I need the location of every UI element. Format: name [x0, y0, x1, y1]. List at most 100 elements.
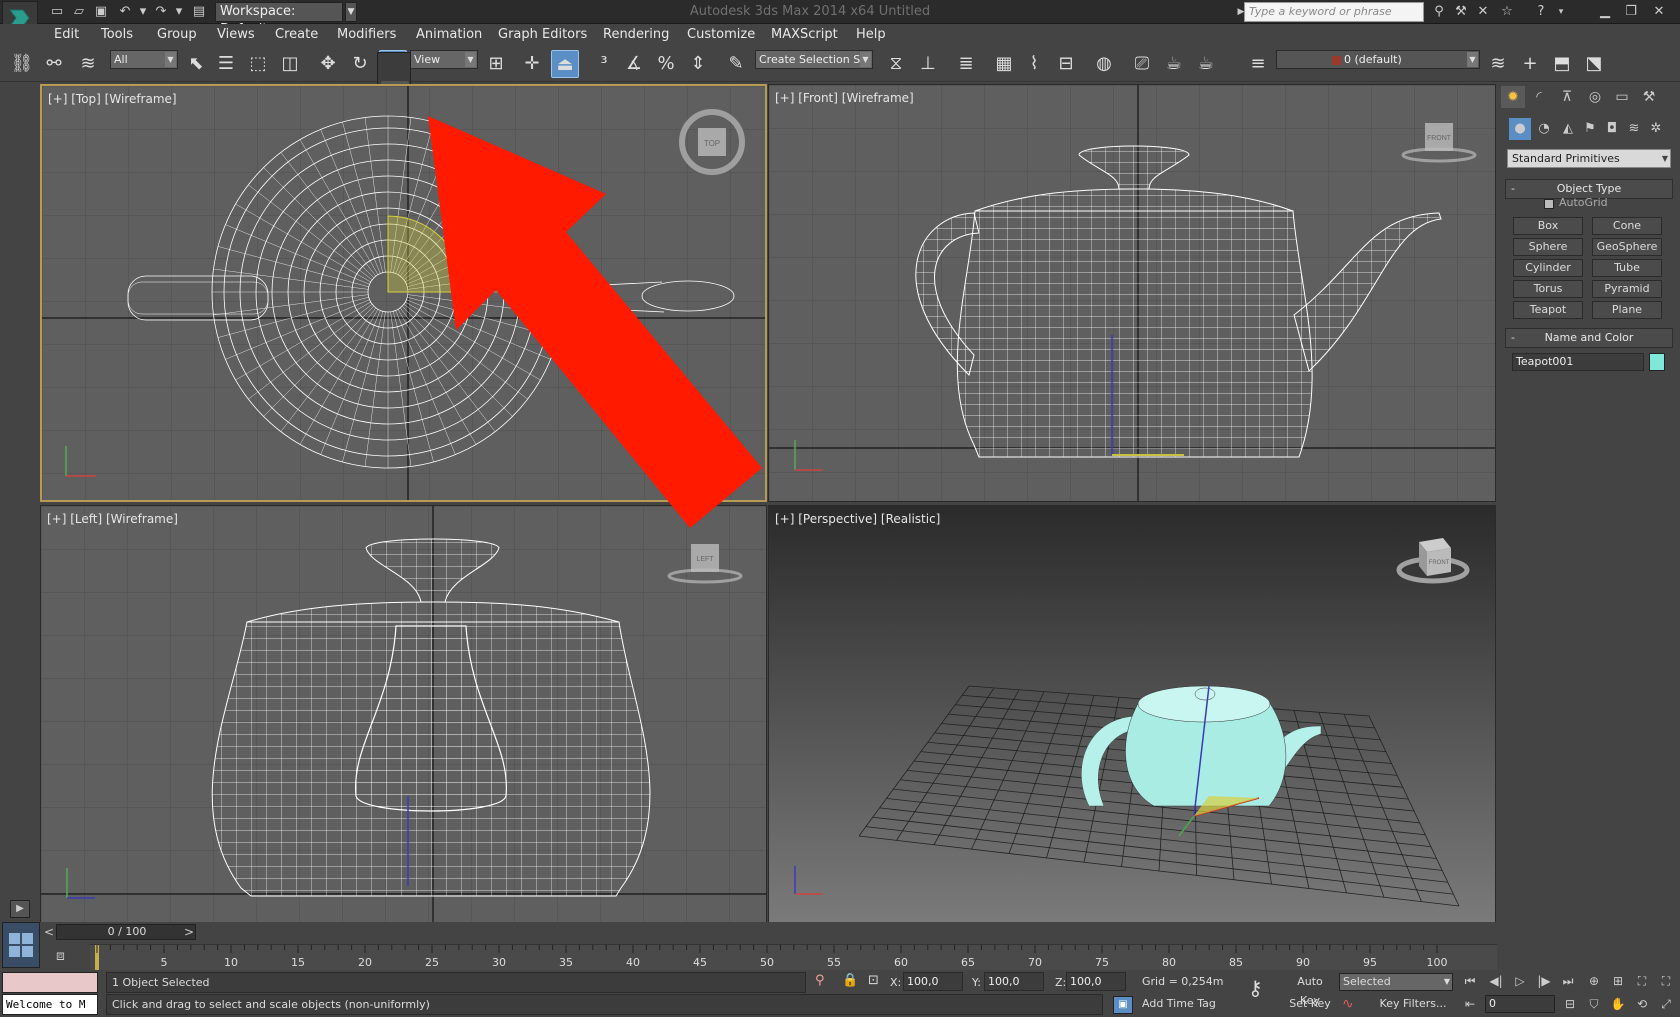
align-icon[interactable]: ⊥ — [914, 50, 942, 78]
geosphere-button[interactable]: GeoSphere — [1592, 238, 1662, 256]
snaps-toggle-icon[interactable]: ³ — [590, 50, 618, 78]
viewcube-perspective[interactable]: FRONT — [1396, 538, 1470, 584]
rendered-frame-window-icon[interactable]: ☕ — [1160, 50, 1188, 78]
create-tab-sun-icon[interactable]: ✹ — [1501, 86, 1525, 108]
menu-graph-editors[interactable]: Graph Editors — [498, 27, 587, 42]
cone-button[interactable]: Cone — [1592, 217, 1662, 235]
angle-snap-icon[interactable]: ∡ — [620, 50, 648, 78]
link-icon[interactable]: ⛓ — [8, 50, 36, 78]
isolate-selection-icon[interactable]: ⚲ — [815, 973, 825, 988]
material-editor-icon[interactable]: ◍ — [1090, 50, 1118, 78]
box-button[interactable]: Box — [1513, 217, 1583, 235]
space-warps-icon[interactable]: ≋ — [1623, 118, 1645, 140]
zoom-icon[interactable]: ⊕ — [1584, 972, 1604, 991]
help-dropdown-icon[interactable]: ▾ — [1552, 3, 1570, 21]
add-time-tag-button[interactable]: Add Time Tag — [1137, 994, 1237, 1015]
current-frame-field[interactable]: 0 — [1485, 995, 1555, 1013]
x-coordinate-field[interactable]: 100,0 — [903, 972, 963, 991]
communication-icon[interactable]: ✕ — [1474, 3, 1492, 21]
undo-dropdown-icon[interactable]: ▾ — [134, 3, 152, 20]
help-icon[interactable]: ? — [1532, 3, 1550, 21]
save-file-icon[interactable]: ▣ — [92, 3, 110, 20]
menu-tools[interactable]: Tools — [101, 27, 133, 42]
time-tag-icon[interactable]: ▣ — [1113, 996, 1133, 1014]
edit-named-selection-icon[interactable]: ✎ — [722, 50, 750, 78]
y-coordinate-field[interactable]: 100,0 — [984, 972, 1044, 991]
add-selection-to-layer-icon[interactable]: + — [1516, 50, 1544, 78]
systems-gear-icon[interactable]: ✲ — [1645, 118, 1667, 140]
select-objects-in-layer-icon[interactable]: ⬒ — [1548, 50, 1576, 78]
new-file-icon[interactable]: ▭ — [48, 3, 66, 20]
go-to-start-icon[interactable]: ⏮ — [1460, 972, 1480, 991]
restore-window-icon[interactable]: ❐ — [1622, 3, 1640, 21]
play-animation-icon[interactable]: ▷ — [1510, 972, 1530, 991]
lock-selection-icon[interactable]: 🔒 — [842, 973, 858, 988]
next-frame-icon[interactable]: |▶ — [1534, 972, 1554, 991]
pyramid-button[interactable]: Pyramid — [1592, 280, 1662, 298]
selection-filter-dropdown[interactable]: All ▼ — [110, 50, 178, 69]
key-selection-set-dropdown[interactable]: Selected ▼ — [1339, 973, 1453, 991]
named-selection-set-dropdown[interactable]: Create Selection Set ▼ — [755, 50, 873, 69]
z-coordinate-field[interactable]: 100,0 — [1066, 972, 1126, 991]
search-input[interactable]: Type a keyword or phrase — [1244, 2, 1424, 22]
cameras-icon[interactable]: ⚑ — [1579, 118, 1601, 140]
current-layer-dropdown[interactable]: 0 (default) ▼ — [1276, 50, 1480, 69]
reference-coordinate-dropdown[interactable]: View ▼ — [410, 50, 478, 69]
redo-icon[interactable]: ↷ — [152, 3, 170, 20]
cylinder-button[interactable]: Cylinder — [1513, 259, 1583, 277]
helpers-icon[interactable]: ◘ — [1601, 118, 1623, 140]
pivot-center-icon[interactable]: ⊞ — [482, 50, 510, 78]
spinner-snap-icon[interactable]: ⇕ — [684, 50, 712, 78]
menu-views[interactable]: Views — [217, 27, 255, 42]
viewport-top-label[interactable]: [+] [Top] [Wireframe] — [48, 92, 177, 106]
set-current-layer-icon[interactable]: ⬔ — [1580, 50, 1608, 78]
minimize-window-icon[interactable]: ▁ — [1596, 3, 1614, 21]
select-move-icon[interactable]: ✥ — [314, 50, 342, 78]
redo-dropdown-icon[interactable]: ▾ — [170, 3, 188, 20]
lights-icon[interactable]: ◭ — [1557, 118, 1579, 140]
viewport-layout-icon[interactable] — [2, 922, 40, 968]
maxscript-listener-output[interactable]: Welcome to M — [2, 994, 98, 1015]
shapes-icon[interactable]: ◔ — [1533, 118, 1555, 140]
object-category-dropdown[interactable]: Standard Primitives ▼ — [1507, 149, 1671, 168]
unlink-icon[interactable]: ⚯ — [40, 50, 68, 78]
zoom-extents-icon[interactable]: ⛶ — [1632, 972, 1652, 991]
select-by-name-icon[interactable]: ☰ — [212, 50, 240, 78]
go-to-end-icon[interactable]: ⏭ — [1558, 972, 1578, 991]
create-layer-icon[interactable]: ≋ — [1484, 50, 1512, 78]
name-and-color-rollout[interactable]: - Name and Color — [1505, 328, 1673, 348]
viewport-perspective-label[interactable]: [+] [Perspective] [Realistic] — [775, 512, 940, 526]
object-name-field[interactable]: Teapot001 — [1512, 353, 1644, 371]
field-of-view-icon[interactable]: ⛉ — [1584, 995, 1604, 1014]
select-object-icon[interactable]: ⬉ — [182, 50, 210, 78]
absolute-mode-icon[interactable]: ⊡ — [868, 973, 879, 988]
viewport-left-label[interactable]: [+] [Left] [Wireframe] — [47, 512, 178, 526]
select-manipulate-icon[interactable]: ✛ — [518, 50, 546, 78]
time-configuration-icon[interactable]: ⊟ — [1560, 995, 1580, 1014]
autogrid-checkbox[interactable] — [1544, 199, 1554, 209]
close-window-icon[interactable]: ✕ — [1650, 3, 1668, 21]
mirror-icon[interactable]: ⧖ — [882, 50, 910, 78]
menu-edit[interactable]: Edit — [54, 27, 79, 42]
hierarchy-tab-icon[interactable]: ⊼ — [1555, 86, 1579, 108]
time-slider[interactable]: 0 / 100 — [56, 924, 196, 940]
maximize-viewport-icon[interactable]: ⤢ — [1656, 995, 1676, 1014]
pan-view-hand-icon[interactable]: ✋ — [1608, 995, 1628, 1014]
menu-help[interactable]: Help — [856, 27, 886, 42]
menu-modifiers[interactable]: Modifiers — [337, 27, 396, 42]
percent-snap-icon[interactable]: % — [652, 50, 680, 78]
graphite-ribbon-icon[interactable]: ▦ — [990, 50, 1018, 78]
zoom-all-icon[interactable]: ⊞ — [1608, 972, 1628, 991]
sphere-button[interactable]: Sphere — [1513, 238, 1583, 256]
viewport-top[interactable]: TOP [+] [Top] [Wireframe] — [40, 84, 767, 502]
viewport-front-label[interactable]: [+] [Front] [Wireframe] — [775, 91, 914, 105]
menu-group[interactable]: Group — [157, 27, 197, 42]
keyboard-shortcut-override-icon[interactable]: ⏏ — [551, 50, 579, 78]
project-folder-icon[interactable]: ▤ — [190, 3, 208, 20]
curve-editor-icon[interactable]: ⌇ — [1020, 50, 1048, 78]
geometry-sphere-icon[interactable]: ● — [1509, 118, 1531, 140]
time-slider-prev-icon[interactable]: < — [42, 924, 56, 940]
torus-button[interactable]: Torus — [1513, 280, 1583, 298]
teapot-button[interactable]: Teapot — [1513, 301, 1583, 319]
curve-key-icon[interactable]: ∿ — [1342, 996, 1354, 1012]
